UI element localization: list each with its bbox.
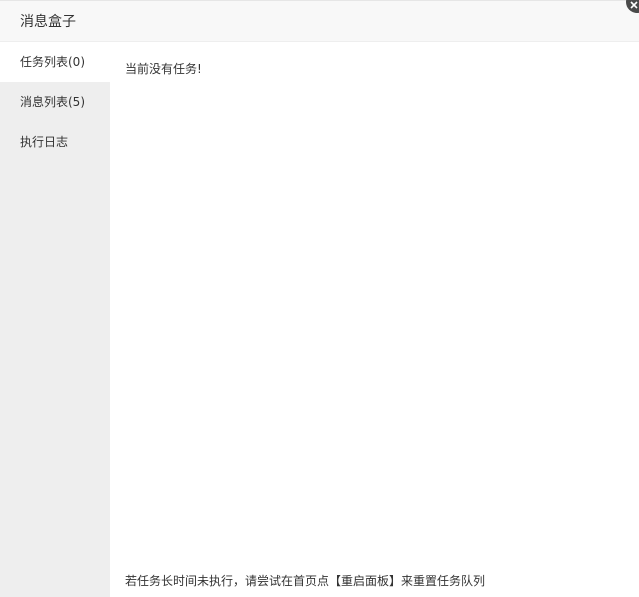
empty-task-message: 当前没有任务! <box>125 62 202 76</box>
sidebar: 任务列表(0) 消息列表(5) 执行日志 <box>0 42 110 597</box>
dialog-header: 消息盒子 <box>0 0 639 42</box>
dialog-title: 消息盒子 <box>20 14 76 30</box>
message-box-dialog: 消息盒子 任务列表(0) 消息列表(5) 执行日志 当前没有任务! 若任务长时间… <box>0 0 639 597</box>
task-list-panel: 当前没有任务! 若任务长时间未执行，请尝试在首页点【重启面板】来重置任务队列 <box>110 42 639 597</box>
tab-task-list[interactable]: 任务列表(0) <box>0 42 110 82</box>
restart-tip-text: 若任务长时间未执行，请尝试在首页点【重启面板】来重置任务队列 <box>125 574 486 588</box>
tab-message-list[interactable]: 消息列表(5) <box>0 82 110 122</box>
close-icon <box>630 1 638 9</box>
tab-execution-log[interactable]: 执行日志 <box>0 122 110 162</box>
